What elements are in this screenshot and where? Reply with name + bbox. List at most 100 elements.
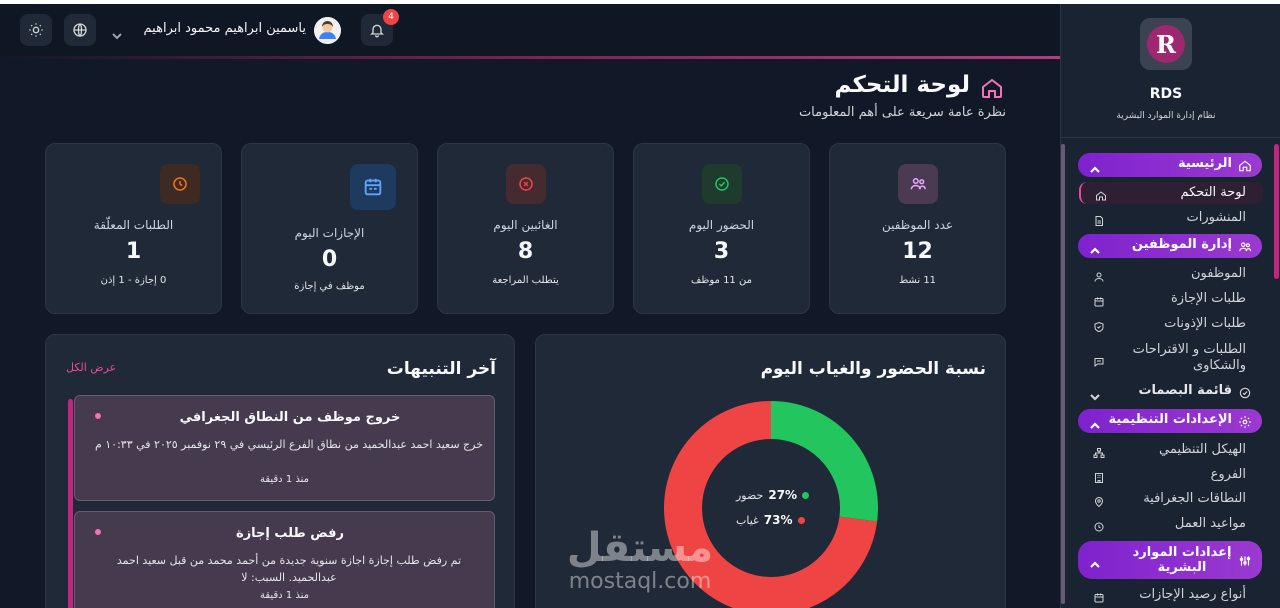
sidebar-item-leave-requests[interactable]: طلبات الإجازة xyxy=(1079,288,1263,310)
panel-title: آخر التنبيهات xyxy=(386,359,496,379)
sidebar-item-label: المنشورات xyxy=(1186,210,1246,225)
stat-label: الغائبين اليوم xyxy=(493,218,558,232)
sidebar-item-dashboard[interactable]: لوحة التحكم xyxy=(1079,182,1263,204)
gear-icon xyxy=(1238,414,1252,428)
stat-value: 3 xyxy=(713,239,730,264)
check-circle-icon xyxy=(1238,385,1252,399)
sidebar-section-label: إعدادات الموارد البشرية xyxy=(1132,545,1232,575)
top-bar: ياسمين ابراهيم محمود ابراهيم 4 xyxy=(0,4,1060,56)
notifications-scrollbar[interactable] xyxy=(68,399,73,608)
sidebar-item-label: الهيكل التنظيمي xyxy=(1158,442,1246,457)
user-name[interactable]: ياسمين ابراهيم محمود ابراهيم xyxy=(134,21,306,36)
theme-toggle-button[interactable] xyxy=(20,14,52,46)
users-icon xyxy=(1238,239,1252,253)
sidebar-section-home[interactable]: الرئيسية xyxy=(1078,153,1262,177)
logo[interactable]: R xyxy=(1140,18,1192,70)
sidebar-section-org-settings[interactable]: الإعدادات التنظيمية xyxy=(1078,409,1262,433)
stat-label: عدد الموظفين xyxy=(881,218,954,232)
sidebar-item-posts[interactable]: المنشورات xyxy=(1079,207,1263,229)
document-icon xyxy=(1093,212,1105,226)
attendance-chart-panel: نسبة الحضور والغياب اليوم 27% حضور 73% غ… xyxy=(535,334,1006,608)
page-subtitle: نظرة عامة سريعة على أهم المعلومات xyxy=(798,105,1006,120)
stat-note: من 11 موظف xyxy=(691,275,752,286)
notifications-panel: آخر التنبيهات عرض الكل خروج موظف من النط… xyxy=(45,334,515,608)
page-title: لوحة التحكم xyxy=(834,72,970,98)
chevron-up-icon xyxy=(1090,555,1100,568)
chevron-down-icon xyxy=(1090,387,1100,401)
sidebar-section-fingerprints[interactable]: قائمة البصمات xyxy=(1078,380,1262,404)
sidebar-section-label: إدارة الموظفين xyxy=(1131,237,1232,252)
sidebar-item-employees[interactable]: الموظفون xyxy=(1079,263,1263,285)
home-icon xyxy=(980,76,1004,100)
shield-icon xyxy=(1093,318,1105,333)
stat-note: 0 إجازة - 1 إذن xyxy=(100,275,167,286)
view-all-link[interactable]: عرض الكل xyxy=(66,361,116,374)
sidebar-item-branches[interactable]: الفروع xyxy=(1079,464,1263,486)
stat-card-employees[interactable]: عدد الموظفين 12 11 نشط xyxy=(829,143,1006,314)
sidebar-item-permission-requests[interactable]: طلبات الإذونات xyxy=(1079,313,1263,335)
stat-card-leaves[interactable]: الإجازات اليوم 0 موظف في إجازة xyxy=(241,143,418,314)
sidebar-item-label: أنواع رصيد الإجازات xyxy=(1139,587,1246,602)
sidebar-item-label: الموظفون xyxy=(1191,266,1246,281)
stat-value: 8 xyxy=(517,239,534,264)
stat-label: الإجازات اليوم xyxy=(294,226,365,240)
legend-value-absent: 73% xyxy=(763,513,793,527)
sidebar: R RDS نظام إدارة الموارد البشرية الرئيسي… xyxy=(1060,4,1280,608)
brand-name: RDS xyxy=(1149,86,1183,102)
calendar-icon xyxy=(1093,589,1105,603)
app-window: ياسمين ابراهيم محمود ابراهيم 4 لوحة التح… xyxy=(0,4,1280,608)
home-icon xyxy=(1095,187,1107,201)
notification-body: تم رفض طلب إجازة اجازة سنوية جديدة من أح… xyxy=(116,554,462,584)
sidebar-item-geo-zones[interactable]: النطاقات الجغرافية xyxy=(1079,488,1263,510)
notifications-button[interactable]: 4 xyxy=(361,9,399,46)
panel-title: نسبة الحضور والغياب اليوم xyxy=(760,359,986,379)
language-button[interactable] xyxy=(64,14,96,46)
header-accent-line xyxy=(0,56,1060,59)
chevron-down-icon xyxy=(112,33,122,40)
chevron-up-icon xyxy=(1090,241,1100,254)
calendar-icon xyxy=(1093,293,1105,307)
notification-time: منذ 1 دقيقة xyxy=(259,590,310,601)
stat-note: موظف في إجازة xyxy=(294,281,365,292)
notification-body: خرج سعيد احمد عبدالحميد من نطاق الفرع ال… xyxy=(94,438,484,451)
message-icon xyxy=(1093,353,1105,368)
sidebar-section-employees[interactable]: إدارة الموظفين xyxy=(1078,234,1262,258)
notification-time: منذ 1 دقيقة xyxy=(259,474,310,485)
clock-icon xyxy=(1093,518,1105,532)
legend-color-absent xyxy=(797,516,805,524)
stat-note: 11 نشط xyxy=(898,275,937,286)
sidebar-section-hr-settings[interactable]: إعدادات الموارد البشرية xyxy=(1078,541,1262,579)
sidebar-item-work-hours[interactable]: مواعيد العمل xyxy=(1079,513,1263,535)
x-circle-icon xyxy=(506,164,546,204)
notification-item[interactable]: رفض طلب إجازة تم رفض طلب إجازة اجازة سنو… xyxy=(74,511,495,608)
sidebar-item-label: طلبات الإجازة xyxy=(1170,291,1246,306)
legend-value-present: 27% xyxy=(768,488,798,502)
sidebar-scroll-track xyxy=(1061,144,1065,604)
stat-card-attendance[interactable]: الحضور اليوم 3 من 11 موظف xyxy=(633,143,810,314)
home-icon xyxy=(1238,158,1252,172)
sidebar-item-label: الطلبات و الاقتراحات والشكاوى xyxy=(1132,342,1246,373)
clock-icon xyxy=(160,164,200,204)
chevron-up-icon xyxy=(1090,416,1100,429)
sidebar-item-leave-balance-types[interactable]: أنواع رصيد الإجازات xyxy=(1079,584,1263,606)
stat-value: 1 xyxy=(125,239,142,264)
sidebar-item-label: مواعيد العمل xyxy=(1174,516,1246,531)
unread-dot xyxy=(95,529,101,535)
stat-value: 12 xyxy=(902,239,933,264)
stat-value: 0 xyxy=(321,247,338,272)
notification-item[interactable]: خروج موظف من النطاق الجغرافي خرج سعيد اح… xyxy=(74,395,495,501)
sidebar-item-org-structure[interactable]: الهيكل التنظيمي xyxy=(1079,439,1263,461)
stat-card-pending[interactable]: الطلبات المعلّقة 1 0 إجازة - 1 إذن xyxy=(45,143,222,314)
avatar[interactable] xyxy=(314,17,341,44)
sidebar-item-label: لوحة التحكم xyxy=(1180,185,1246,200)
sidebar-section-label: الإعدادات التنظيمية xyxy=(1108,412,1232,427)
chevron-up-icon xyxy=(1090,160,1100,173)
divider xyxy=(1061,137,1280,138)
stat-label: الطلبات المعلّقة xyxy=(93,218,174,232)
stat-card-absent[interactable]: الغائبين اليوم 8 يتطلب المراجعة xyxy=(437,143,614,314)
sidebar-item-suggestions[interactable]: الطلبات و الاقتراحات والشكاوى xyxy=(1079,341,1263,377)
attendance-donut-chart xyxy=(664,401,878,608)
sun-icon xyxy=(29,23,43,37)
sidebar-scrollbar[interactable] xyxy=(1274,144,1279,279)
user-menu-chevron[interactable] xyxy=(112,26,122,40)
